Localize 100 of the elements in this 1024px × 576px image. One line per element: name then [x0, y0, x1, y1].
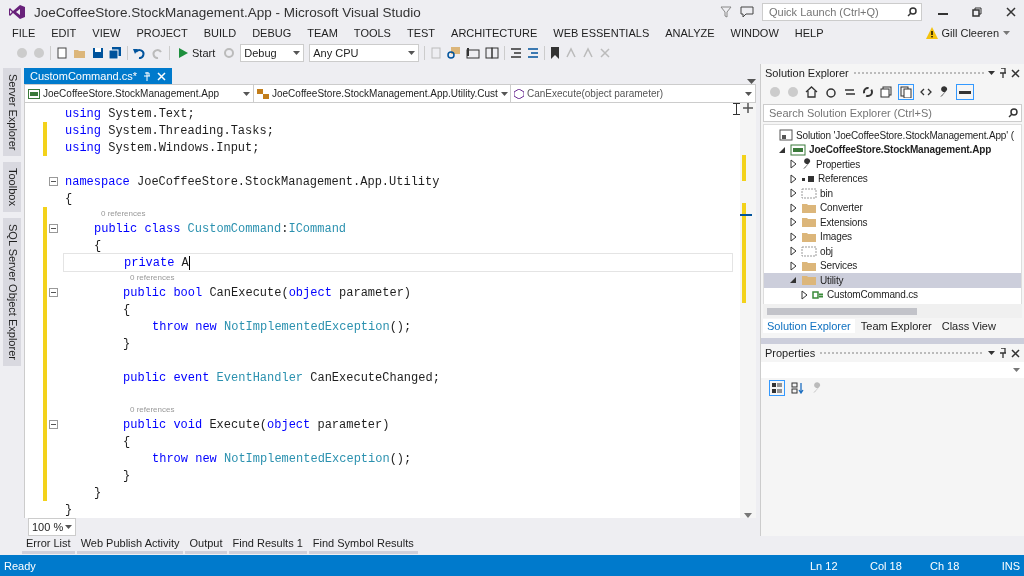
collapsed-triangle-icon[interactable] [788, 217, 798, 228]
platform-dropdown[interactable]: Any CPU [309, 44, 420, 62]
menu-item[interactable]: ANALYZE [657, 27, 723, 39]
dropdown-arrow-icon [243, 91, 250, 96]
start-button[interactable]: Start [175, 46, 219, 60]
uncomment-lines-icon[interactable] [527, 47, 540, 59]
tab-list-arrow-icon[interactable] [747, 79, 756, 84]
solution-icon [779, 129, 793, 142]
tree-item[interactable]: Extensions [764, 215, 1021, 230]
tree-item[interactable]: JoeCoffeeStore.StockManagement.App [764, 142, 1021, 157]
split-handle-icon[interactable] [743, 103, 753, 113]
menu-item[interactable]: TOOLS [345, 27, 399, 39]
close-icon[interactable] [1011, 68, 1020, 78]
show-all-files-button[interactable] [898, 84, 914, 100]
menu-item[interactable]: VIEW [84, 27, 129, 39]
categorized-button[interactable] [769, 380, 785, 396]
collapsed-triangle-icon[interactable] [799, 289, 809, 300]
scroll-down-arrow-icon[interactable] [744, 513, 752, 518]
side-tab[interactable]: Toolbox [3, 162, 21, 213]
menu-item[interactable]: WEB ESSENTIALS [545, 27, 658, 39]
tree-item[interactable]: CustomCommand.cs [764, 287, 1021, 302]
dashed-folder-icon [801, 245, 817, 258]
collapsed-triangle-icon[interactable] [788, 173, 798, 184]
pending-changes-icon[interactable] [824, 86, 838, 98]
menu-item[interactable]: EDIT [43, 27, 85, 39]
split-icon[interactable] [485, 47, 500, 59]
menu-item[interactable]: TEST [398, 27, 444, 39]
refresh-icon[interactable] [862, 86, 874, 98]
menu-item[interactable]: FILE [4, 27, 44, 39]
menu-item[interactable]: DEBUG [244, 27, 300, 39]
layout-icon[interactable] [466, 47, 481, 59]
dropdown-arrow-icon[interactable] [988, 71, 995, 75]
new-project-icon[interactable] [56, 47, 68, 59]
collapsed-triangle-icon[interactable] [788, 231, 798, 242]
collapsed-triangle-icon[interactable] [788, 246, 798, 257]
menu-item[interactable]: ARCHITECTURE [443, 27, 546, 39]
side-tab[interactable]: Server Explorer [3, 68, 21, 157]
vertical-scrollbar[interactable] [740, 103, 756, 518]
home-icon[interactable] [805, 86, 818, 98]
menu-item[interactable]: TEAM [299, 27, 346, 39]
play-icon [178, 48, 188, 58]
sync-icon[interactable] [844, 86, 856, 98]
dropdown-arrow-icon [1003, 31, 1010, 35]
collapsed-triangle-icon[interactable] [788, 188, 798, 199]
filter-icon[interactable] [720, 6, 732, 18]
tree-item[interactable]: Utility [764, 273, 1021, 288]
save-all-icon[interactable] [109, 47, 122, 59]
tree-item[interactable]: References [764, 171, 1021, 186]
collapsed-triangle-icon[interactable] [788, 202, 798, 213]
code-line: { [122, 433, 131, 450]
menu-item[interactable]: WINDOW [722, 27, 787, 39]
tree-item[interactable]: Services [764, 258, 1021, 273]
menu-item[interactable]: BUILD [195, 27, 245, 39]
pin-icon[interactable] [999, 68, 1007, 78]
sort-alphabetical-icon[interactable] [791, 382, 805, 394]
collapse-icon[interactable] [49, 224, 58, 233]
close-icon[interactable] [1011, 348, 1020, 358]
horizontal-scrollbar[interactable] [763, 304, 1022, 318]
tree-item[interactable]: Solution 'JoeCoffeeStore.StockManagement.App' ( [764, 128, 1021, 143]
quick-launch-field[interactable]: Quick Launch (Ctrl+Q) [762, 3, 922, 21]
expanded-triangle-icon[interactable] [788, 275, 798, 286]
member-dropdown[interactable]: CanExecute(object parameter) [511, 85, 755, 102]
collapse-icon[interactable] [49, 420, 58, 429]
panel-tab[interactable]: Solution Explorer [763, 319, 855, 333]
configuration-dropdown[interactable]: Debug [240, 44, 305, 62]
menu-item[interactable]: PROJECT [128, 27, 196, 39]
collapsed-triangle-icon[interactable] [788, 260, 798, 271]
restore-icon [972, 7, 982, 17]
feedback-icon[interactable] [740, 6, 754, 18]
tree-item[interactable]: Properties [764, 157, 1021, 172]
dropdown-arrow-icon[interactable] [988, 351, 995, 355]
pin-icon[interactable] [999, 348, 1007, 358]
collapse-icon[interactable] [49, 177, 58, 186]
dropdown-arrow-icon [408, 51, 416, 55]
project-dropdown[interactable]: JoeCoffeeStore.StockManagement.App [25, 85, 254, 102]
undo-icon[interactable] [133, 47, 146, 59]
tree-item[interactable]: Images [764, 229, 1021, 244]
tree-item[interactable]: bin [764, 186, 1021, 201]
zoom-dropdown[interactable]: 100 % [28, 518, 76, 536]
code-line: using System.Text; [64, 105, 195, 122]
type-dropdown[interactable]: JoeCoffeeStore.StockManagement.App.Utility.Cust [254, 85, 511, 102]
panel-tab[interactable]: Team Explorer [856, 319, 936, 333]
collapse-icon[interactable] [49, 288, 58, 297]
folder-icon [801, 230, 817, 243]
bookmark-icon[interactable] [550, 47, 561, 59]
save-icon[interactable] [92, 47, 104, 59]
search-field[interactable]: Search Solution Explorer (Ctrl+S) [763, 104, 1022, 122]
menu-item[interactable]: HELP [786, 27, 832, 39]
comment-lines-icon[interactable] [510, 47, 523, 59]
tree-item[interactable]: obj [764, 244, 1021, 259]
collapse-all-icon[interactable] [880, 86, 892, 98]
find-icon[interactable] [447, 47, 462, 59]
user-account[interactable]: Gill Cleeren [925, 27, 1010, 39]
collapsed-triangle-icon[interactable] [788, 159, 798, 170]
tree-item[interactable]: Converter [764, 200, 1021, 215]
code-view-icon[interactable] [920, 86, 932, 98]
preview-button[interactable] [956, 84, 974, 100]
files-icon [900, 86, 912, 98]
side-tab[interactable]: SQL Server Object Explorer [3, 218, 21, 367]
panel-tab[interactable]: Class View [937, 319, 1000, 333]
